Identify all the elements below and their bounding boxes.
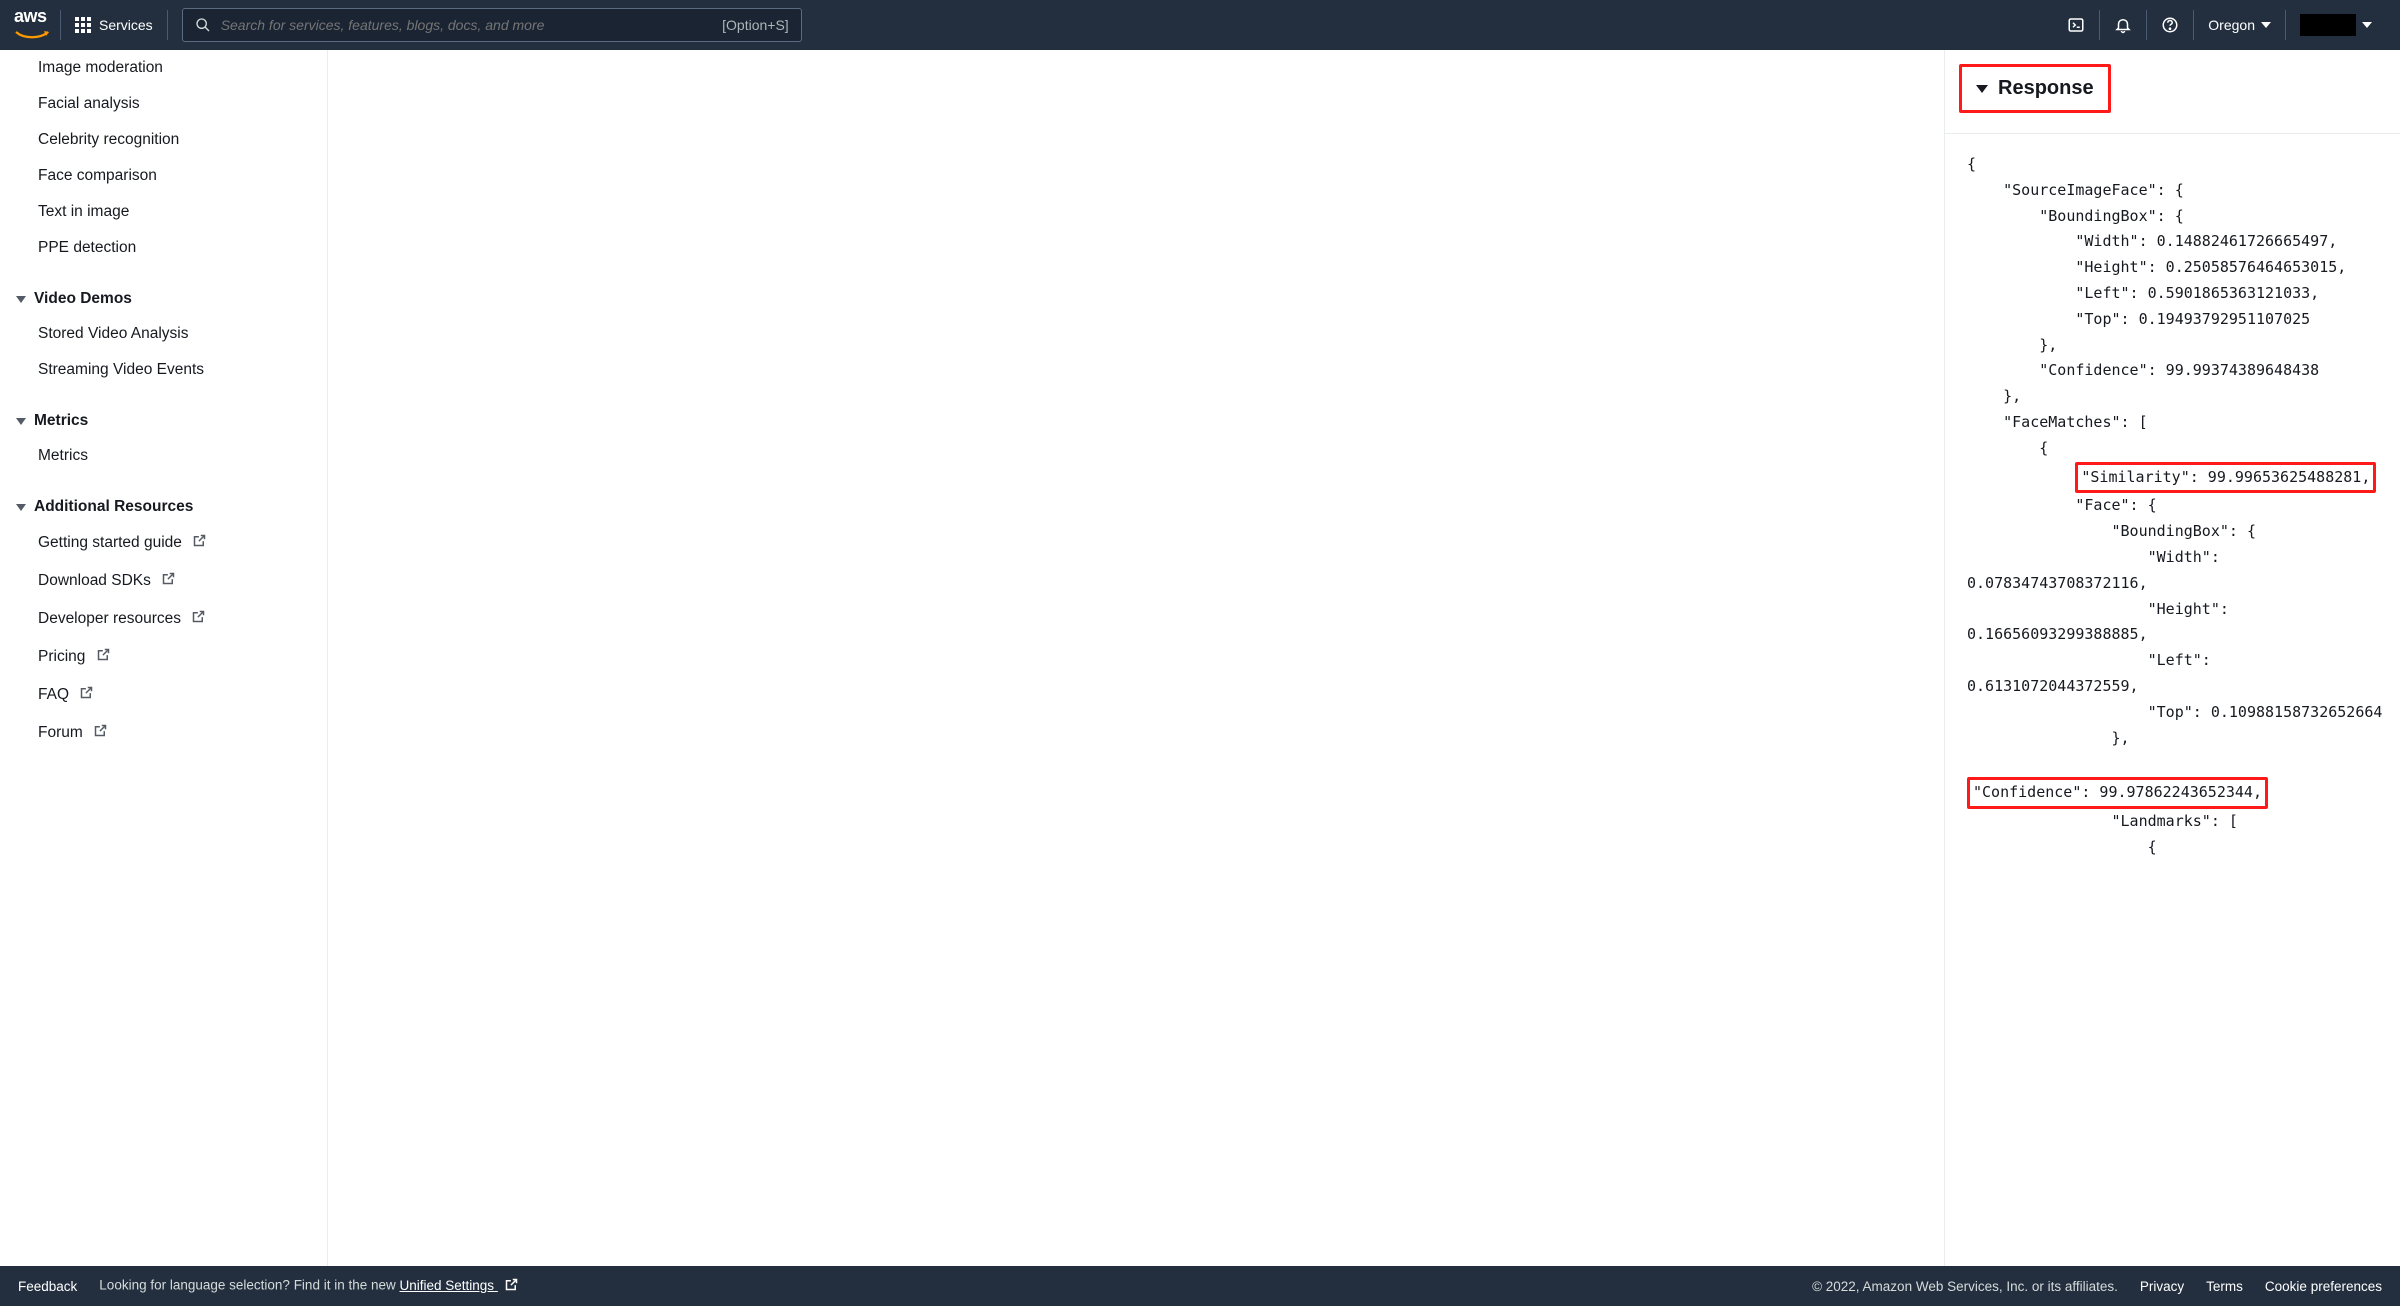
search-bar[interactable]: [Option+S]	[182, 8, 802, 42]
sidebar-item-pricing[interactable]: Pricing	[16, 638, 311, 676]
caret-down-icon	[16, 418, 26, 425]
external-link-icon	[192, 533, 207, 553]
search-icon	[195, 17, 211, 33]
external-link-icon	[93, 723, 108, 743]
search-input[interactable]	[221, 17, 712, 33]
aws-logo-text: aws	[14, 6, 50, 27]
external-link-icon	[96, 647, 111, 667]
account-redacted	[2300, 14, 2356, 36]
region-label: Oregon	[2208, 17, 2255, 33]
aws-logo[interactable]: aws	[14, 10, 61, 40]
cloudshell-button[interactable]	[2053, 10, 2099, 40]
aws-smile-icon	[14, 30, 50, 40]
sidebar-item-stored-video-analysis[interactable]: Stored Video Analysis	[16, 316, 311, 352]
services-menu[interactable]: Services	[75, 10, 168, 40]
unified-settings-link[interactable]: Unified Settings	[400, 1278, 519, 1293]
response-panel: Response { "SourceImageFace": { "Boundin…	[1945, 50, 2400, 1266]
region-selector[interactable]: Oregon	[2193, 10, 2285, 40]
footer: Feedback Looking for language selection?…	[0, 1266, 2400, 1306]
response-header[interactable]: Response	[1959, 64, 2111, 113]
sidebar-item-ppe-detection[interactable]: PPE detection	[16, 230, 311, 266]
sidebar-header-video-demos[interactable]: Video Demos	[16, 266, 311, 316]
caret-down-icon	[2362, 22, 2372, 28]
sidebar-item-text-in-image[interactable]: Text in image	[16, 194, 311, 230]
sidebar-item-celebrity-recognition[interactable]: Celebrity recognition	[16, 122, 311, 158]
external-link-icon	[191, 609, 206, 629]
caret-down-icon	[2261, 22, 2271, 28]
bell-icon	[2114, 16, 2132, 34]
terms-link[interactable]: Terms	[2206, 1279, 2243, 1294]
sidebar-item-facial-analysis[interactable]: Facial analysis	[16, 86, 311, 122]
external-link-icon	[79, 685, 94, 705]
feedback-link[interactable]: Feedback	[18, 1279, 77, 1294]
sidebar-item-getting-started[interactable]: Getting started guide	[16, 524, 311, 562]
caret-down-icon	[16, 504, 26, 511]
response-title: Response	[1998, 77, 2094, 100]
cookie-preferences-link[interactable]: Cookie preferences	[2265, 1279, 2382, 1294]
sidebar-item-faq[interactable]: FAQ	[16, 676, 311, 714]
sidebar: Image moderation Facial analysis Celebri…	[0, 50, 328, 1266]
notifications-button[interactable]	[2099, 10, 2146, 40]
search-shortcut-hint: [Option+S]	[722, 17, 789, 33]
sidebar-item-streaming-video-events[interactable]: Streaming Video Events	[16, 352, 311, 388]
help-button[interactable]	[2146, 10, 2193, 40]
sidebar-item-developer-resources[interactable]: Developer resources	[16, 600, 311, 638]
top-nav: aws Services [Option+S] Oregon	[0, 0, 2400, 50]
sidebar-item-forum[interactable]: Forum	[16, 714, 311, 752]
main-content	[328, 50, 1945, 1266]
caret-down-icon	[16, 296, 26, 303]
copyright-text: © 2022, Amazon Web Services, Inc. or its…	[1812, 1279, 2118, 1294]
services-grid-icon	[75, 17, 91, 33]
caret-down-icon	[1976, 85, 1988, 93]
sidebar-header-metrics[interactable]: Metrics	[16, 388, 311, 438]
sidebar-header-additional-resources[interactable]: Additional Resources	[16, 474, 311, 524]
similarity-highlight: "Similarity": 99.99653625488281,	[2075, 462, 2376, 494]
sidebar-item-metrics[interactable]: Metrics	[16, 438, 311, 474]
external-link-icon	[504, 1277, 519, 1295]
sidebar-item-download-sdks[interactable]: Download SDKs	[16, 562, 311, 600]
sidebar-item-image-moderation[interactable]: Image moderation	[16, 50, 311, 86]
sidebar-item-face-comparison[interactable]: Face comparison	[16, 158, 311, 194]
account-menu[interactable]	[2285, 10, 2386, 40]
privacy-link[interactable]: Privacy	[2140, 1279, 2184, 1294]
help-icon	[2161, 16, 2179, 34]
services-label: Services	[99, 17, 153, 33]
language-hint: Looking for language selection? Find it …	[99, 1277, 519, 1295]
confidence-highlight: "Confidence": 99.97862243652344,	[1967, 777, 2268, 809]
external-link-icon	[161, 571, 176, 591]
response-json: { "SourceImageFace": { "BoundingBox": { …	[1945, 134, 2400, 1266]
cloudshell-icon	[2067, 16, 2085, 34]
